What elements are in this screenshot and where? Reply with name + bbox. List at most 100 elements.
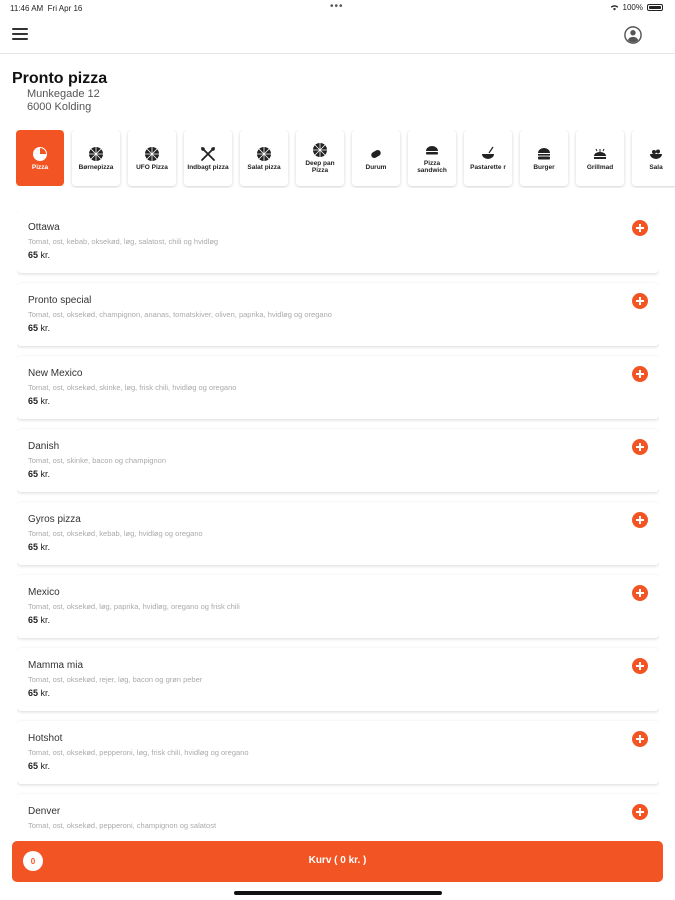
menu-item-card[interactable]: Mexico Tomat, ost, oksekød, løg, paprika,… [17, 575, 659, 638]
restaurant-street: Munkegade 12 [27, 88, 100, 100]
price-value: 65 [28, 542, 39, 552]
menu-item-card[interactable]: Mamma mia Tomat, ost, oksekød, rejer, løg… [17, 648, 659, 711]
menu-item-price: 65 kr. [28, 469, 648, 479]
menu-item-name: New Mexico [28, 368, 83, 379]
menu-item-name: Gyros pizza [28, 514, 81, 525]
price-currency: kr. [40, 250, 51, 260]
add-to-cart-plus-icon[interactable] [632, 220, 648, 236]
grill-icon [594, 148, 606, 159]
category-label: Grillmad [586, 163, 614, 171]
menu-item-description: Tomat, ost, kebab, oksekød, løg, salatos… [28, 237, 219, 246]
category-tab-pizza-sandwich[interactable]: Pizza sandwich [408, 130, 456, 186]
menu-item-card[interactable]: Hotshot Tomat, ost, oksekød, pepperoni, l… [17, 721, 659, 784]
category-label: Deep pan Pizza [305, 160, 335, 174]
durum-icon [371, 149, 381, 158]
menu-item-price: 65 kr. [28, 688, 648, 698]
add-to-cart-plus-icon[interactable] [632, 585, 648, 601]
category-tab-salat-pizza[interactable]: Salat pizza [240, 130, 288, 186]
battery-icon [647, 4, 663, 11]
category-label: Børnepizza [78, 163, 114, 171]
price-currency: kr. [40, 615, 51, 625]
menu-item-description: Tomat, ost, oksekød, løg, paprika, hvidl… [28, 602, 240, 611]
menu-item-price: 65 kr. [28, 250, 648, 260]
restaurant-city: 6000 Kolding [27, 101, 92, 113]
pizza-icon [89, 146, 103, 161]
menu-item-description: Tomat, ost, oksekød, skinke, løg, frisk … [28, 383, 237, 392]
menu-item-price: 65 kr. [28, 761, 648, 771]
category-tab-sala[interactable]: Sala [632, 130, 675, 186]
menu-item-card[interactable]: Pronto special Tomat, ost, oksekød, champ… [17, 283, 659, 346]
add-to-cart-plus-icon[interactable] [632, 658, 648, 674]
price-currency: kr. [40, 323, 51, 333]
menu-item-price: 65 kr. [28, 396, 648, 406]
menu-item-price: 65 kr. [28, 615, 648, 625]
category-label: Durum [365, 163, 387, 171]
category-tab-burger[interactable]: Burger [520, 130, 568, 186]
profile-icon[interactable] [624, 26, 642, 44]
category-tab-ufo-pizza[interactable]: UFO Pizza [128, 130, 176, 186]
price-currency: kr. [40, 396, 51, 406]
menu-item-card[interactable]: Denver Tomat, ost, oksekød, pepperoni, ch… [17, 794, 659, 830]
category-label: Pastarette r [470, 163, 506, 171]
menu-item-name: Mamma mia [28, 660, 84, 671]
menu-item-name: Danish [28, 441, 60, 452]
add-to-cart-plus-icon[interactable] [632, 512, 648, 528]
menu-item-name: Denver [28, 806, 61, 817]
add-to-cart-plus-icon[interactable] [632, 293, 648, 309]
menu-item-card[interactable]: Danish Tomat, ost, skinke, bacon og champ… [17, 429, 659, 492]
category-tab-b-rnepizza[interactable]: Børnepizza [72, 130, 120, 186]
restaurant-name: Pronto pizza [12, 70, 108, 87]
cart-button[interactable]: 0 Kurv ( 0 kr. ) [12, 841, 663, 882]
category-tab-grillmad[interactable]: Grillmad [576, 130, 624, 186]
pizza-icon [257, 146, 271, 161]
hamburger-menu-icon[interactable] [12, 28, 28, 42]
menu-item-card[interactable]: New Mexico Tomat, ost, oksekød, skinke, l… [17, 356, 659, 419]
category-label: Indbagt pizza [187, 163, 229, 171]
pizza-icon [145, 146, 159, 161]
category-label: Pizza [31, 163, 49, 171]
multitasking-dots-icon[interactable]: ••• [330, 1, 344, 12]
price-value: 65 [28, 615, 39, 625]
price-value: 65 [28, 323, 39, 333]
menu-item-card[interactable]: Ottawa Tomat, ost, kebab, oksekød, løg, s… [17, 210, 659, 273]
category-tab-durum[interactable]: Durum [352, 130, 400, 186]
price-currency: kr. [40, 542, 51, 552]
price-currency: kr. [40, 469, 51, 479]
home-indicator[interactable] [234, 891, 442, 895]
sandwich-icon [426, 146, 438, 155]
restaurant-info: Pronto pizza Munkegade 12 6000 Kolding [12, 70, 107, 114]
utensils-icon [201, 146, 215, 161]
category-tab-pastarette-r[interactable]: Pastarette r [464, 130, 512, 186]
cart-label: Kurv ( 0 kr. ) [308, 855, 367, 866]
price-value: 65 [28, 469, 39, 479]
status-bar: 11:46 AM Fri Apr 16 ••• 100% [0, 0, 675, 18]
wifi-icon [610, 5, 618, 11]
price-value: 65 [28, 688, 39, 698]
menu-item-description: Tomat, ost, oksekød, pepperoni, champign… [28, 821, 217, 830]
menu-item-description: Tomat, ost, oksekød, champignon, ananas,… [28, 310, 332, 319]
category-label: Salat pizza [247, 163, 281, 171]
price-value: 65 [28, 761, 39, 771]
price-value: 65 [28, 250, 39, 260]
menu-item-price: 65 kr. [28, 542, 648, 552]
menu-item-card[interactable]: Gyros pizza Tomat, ost, oksekød, kebab, l… [17, 502, 659, 565]
add-to-cart-plus-icon[interactable] [632, 804, 648, 820]
category-tab-deep-pan-pizza[interactable]: Deep pan Pizza [296, 130, 344, 186]
salad-icon [650, 149, 662, 159]
menu-item-price: 65 kr. [28, 323, 648, 333]
add-to-cart-plus-icon[interactable] [632, 366, 648, 382]
menu-item-name: Hotshot [28, 733, 63, 744]
category-tab-indbagt-pizza[interactable]: Indbagt pizza [184, 130, 232, 186]
category-label: Burger [533, 163, 555, 171]
price-currency: kr. [40, 688, 51, 698]
menu-item-name: Pronto special [28, 295, 92, 306]
menu-item-description: Tomat, ost, oksekød, pepperoni, løg, fri… [28, 748, 249, 757]
add-to-cart-plus-icon[interactable] [632, 731, 648, 747]
pasta-icon [482, 146, 494, 159]
nav-bar [0, 18, 675, 54]
pizza-icon [33, 146, 47, 161]
category-bar: Pizza Børnepizza UFO Pizza Indbagt pizza Sal… [16, 130, 675, 188]
add-to-cart-plus-icon[interactable] [632, 439, 648, 455]
category-label: Sala [649, 163, 663, 171]
category-tab-pizza[interactable]: Pizza [16, 130, 64, 186]
